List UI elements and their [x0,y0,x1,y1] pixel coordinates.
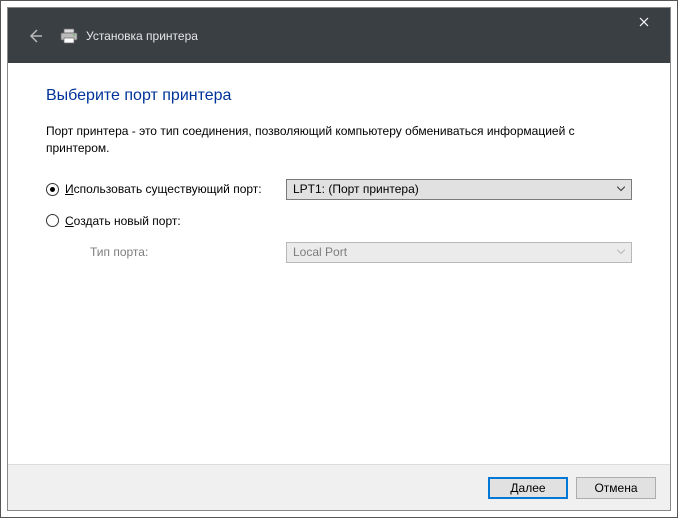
close-icon [639,17,649,27]
back-button[interactable] [18,19,52,53]
radio-create-new-label: Создать новый порт: [65,214,181,228]
printer-wizard-dialog: Установка принтера Выберите порт принтер… [7,7,671,511]
chevron-down-icon [617,187,625,192]
port-type-label: Тип порта: [46,245,286,259]
chevron-down-icon [617,250,625,255]
radio-icon [46,214,59,227]
next-button-label: Далее [510,481,545,495]
existing-port-value: LPT1: (Порт принтера) [293,182,419,196]
dialog-header: Установка принтера [8,8,670,63]
radio-use-existing[interactable]: Использовать существующий порт: [46,182,286,196]
content-area: Выберите порт принтера Порт принтера - э… [8,63,670,464]
arrow-left-icon [27,28,43,44]
port-type-row: Тип порта: Local Port [46,242,632,263]
radio-create-new[interactable]: Создать новый порт: [46,214,286,228]
existing-port-row: Использовать существующий порт: LPT1: (П… [46,179,632,200]
page-heading: Выберите порт принтера [46,87,632,105]
existing-port-dropdown[interactable]: LPT1: (Порт принтера) [286,179,632,200]
dialog-title: Установка принтера [86,29,198,43]
page-description: Порт принтера - это тип соединения, позв… [46,123,632,157]
create-port-row: Создать новый порт: [46,214,632,228]
next-button[interactable]: Далее [488,477,568,499]
printer-icon [60,28,78,44]
close-button[interactable] [622,8,666,36]
port-type-value: Local Port [293,245,347,259]
dialog-footer: Далее Отмена [8,464,670,510]
radio-use-existing-label: Использовать существующий порт: [65,182,262,196]
port-type-dropdown: Local Port [286,242,632,263]
cancel-button[interactable]: Отмена [576,477,656,499]
radio-icon [46,183,59,196]
cancel-button-label: Отмена [594,481,637,495]
